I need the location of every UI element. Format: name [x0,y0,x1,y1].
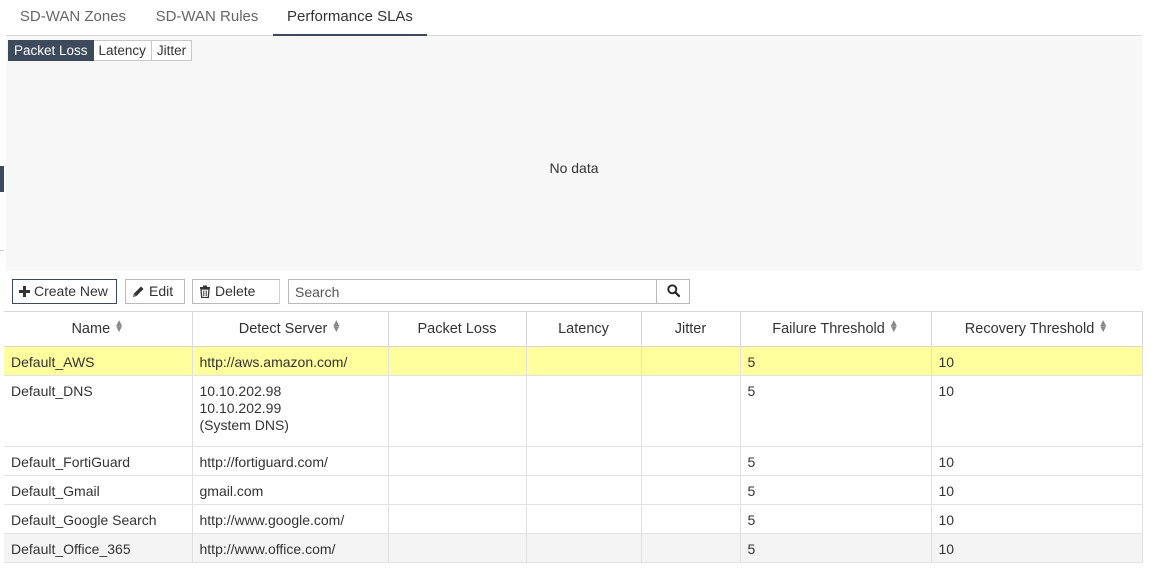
cell-packet-loss [387,346,527,376]
cell-packet-loss [387,446,527,476]
cell-packet-loss [387,533,527,563]
cell-recovery-threshold: 10 [930,446,1143,476]
cell-failure-threshold: 5 [739,446,932,476]
table-row[interactable]: Default_FortiGuard http://fortiguard.com… [4,446,1143,476]
cell-latency [525,504,642,534]
edit-label: Edit [149,283,174,299]
create-new-button[interactable]: Create New [12,279,117,304]
cell-latency [525,346,642,376]
cell-jitter [640,375,741,447]
edit-button[interactable]: Edit [125,279,185,304]
table-row[interactable]: Default_Office_365 http://www.office.com… [4,533,1143,563]
cell-name: Default_Gmail [4,475,193,505]
plus-icon [19,286,30,297]
cell-name: Default_Google Search [4,504,193,534]
tab-sdwan-rules[interactable]: SD-WAN Rules [144,0,270,36]
cell-jitter [640,475,741,505]
column-header-recovery-threshold[interactable]: Recovery Threshold ▲ ▼ [930,311,1143,347]
column-header-packet-loss[interactable]: Packet Loss [387,311,527,347]
no-data-message: No data [549,160,599,176]
chart-metric-tabs: Packet Loss Latency Jitter [8,40,193,61]
cell-packet-loss [387,375,527,447]
cell-jitter [640,533,741,563]
sort-icon: ▲ ▼ [1098,318,1109,335]
column-header-latency[interactable]: Latency [525,311,642,347]
column-header-failure-threshold[interactable]: Failure Threshold ▲ ▼ [739,311,932,347]
cell-failure-threshold: 5 [739,504,932,534]
cell-recovery-threshold: 10 [930,504,1143,534]
table-row[interactable]: Default_DNS 10.10.202.98 10.10.202.99 (S… [4,375,1143,447]
cell-detect-server: http://www.office.com/ [191,533,389,563]
cell-failure-threshold: 5 [739,375,932,447]
cell-failure-threshold: 5 [739,475,932,505]
table-row[interactable]: Default_Gmail gmail.com 5 10 [4,475,1143,505]
cell-detect-server: http://aws.amazon.com/ [191,346,389,376]
chart-panel: Packet Loss Latency Jitter No data [6,36,1142,271]
table-header-row: Name ▲ ▼ Detect Server ▲ ▼ Packet Loss Laten… [4,311,1143,347]
sort-icon: ▲ ▼ [331,318,342,335]
cell-latency [525,475,642,505]
search-button[interactable] [657,279,690,304]
table-row[interactable]: Default_Google Search http://www.google.… [4,504,1143,534]
cell-packet-loss [387,504,527,534]
subtab-packet-loss[interactable]: Packet Loss [8,40,94,61]
search-input[interactable] [288,279,657,304]
side-panel-edge [0,166,4,192]
toolbar-divider [279,280,280,304]
cell-name: Default_Office_365 [4,533,193,563]
side-panel-divider [0,250,4,251]
cell-jitter [640,346,741,376]
cell-name: Default_DNS [4,375,193,447]
cell-detect-server: http://fortiguard.com/ [191,446,389,476]
create-new-label: Create New [34,283,108,299]
subtab-jitter[interactable]: Jitter [151,40,193,61]
cell-jitter [640,446,741,476]
column-header-jitter[interactable]: Jitter [640,311,741,347]
cell-recovery-threshold: 10 [930,375,1143,447]
performance-sla-table: Name ▲ ▼ Detect Server ▲ ▼ Packet Loss Laten… [4,311,1143,563]
cell-detect-server: gmail.com [191,475,389,505]
table-row[interactable]: Default_AWS http://aws.amazon.com/ 5 10 [4,346,1143,376]
cell-recovery-threshold: 10 [930,346,1143,376]
cell-failure-threshold: 5 [739,533,932,563]
cell-jitter [640,504,741,534]
cell-detect-server: http://www.google.com/ [191,504,389,534]
cell-packet-loss [387,475,527,505]
search-icon [666,283,680,300]
subtab-latency[interactable]: Latency [93,40,152,61]
top-tab-bar: SD-WAN Zones SD-WAN Rules Performance SL… [6,0,1142,36]
cell-name: Default_AWS [4,346,193,376]
delete-label: Delete [215,283,256,299]
sort-icon: ▲ ▼ [888,318,899,335]
column-header-name[interactable]: Name ▲ ▼ [4,311,193,347]
column-header-detect-server[interactable]: Detect Server ▲ ▼ [191,311,389,347]
pencil-icon [132,285,145,298]
cell-latency [525,446,642,476]
cell-latency [525,375,642,447]
cell-recovery-threshold: 10 [930,475,1143,505]
cell-latency [525,533,642,563]
sort-icon: ▲ ▼ [114,318,125,335]
trash-icon [199,285,211,298]
cell-failure-threshold: 5 [739,346,932,376]
cell-detect-server: 10.10.202.98 10.10.202.99 (System DNS) [191,375,389,447]
cell-name: Default_FortiGuard [4,446,193,476]
tab-performance-slas[interactable]: Performance SLAs [273,0,427,36]
tab-sdwan-zones[interactable]: SD-WAN Zones [6,0,140,36]
delete-button[interactable]: Delete [192,279,280,304]
cell-recovery-threshold: 10 [930,533,1143,563]
